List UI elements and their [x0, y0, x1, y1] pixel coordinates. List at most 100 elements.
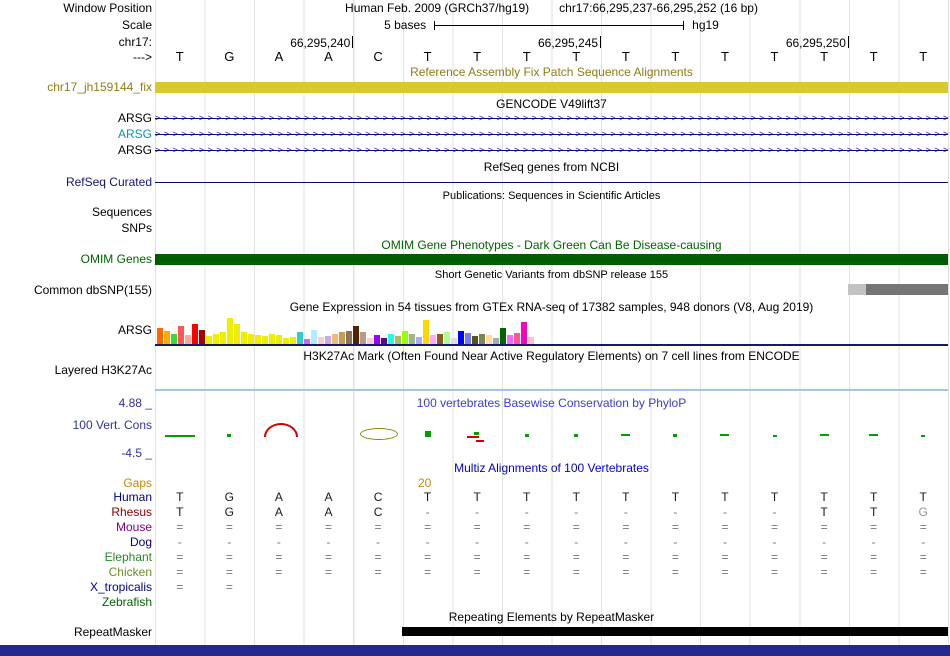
dbsnp-track[interactable] — [155, 283, 948, 297]
multiz-species-label[interactable]: Zebrafish — [0, 595, 152, 610]
multiz-species-label[interactable]: Mouse — [0, 520, 152, 535]
multiz-species-label[interactable]: Rhesus — [0, 505, 152, 520]
omim-genes-track[interactable] — [155, 253, 948, 266]
gtex-tissue-bar[interactable] — [430, 335, 436, 344]
gtex-tissue-bar[interactable] — [290, 337, 296, 344]
gtex-expression-track[interactable] — [155, 314, 948, 346]
gtex-tissue-bar[interactable] — [416, 337, 422, 344]
gtex-tissue-bar[interactable] — [269, 334, 275, 344]
multiz-species-label[interactable]: Chicken — [0, 565, 152, 580]
multiz-row-x_tropicalis[interactable]: X_tropicalis = = — [0, 580, 950, 595]
multiz-species-label[interactable]: Dog — [0, 535, 152, 550]
gtex-tissue-bar[interactable] — [521, 322, 527, 344]
multiz-species-label[interactable]: X_tropicalis — [0, 580, 152, 595]
phylop-conservation-track[interactable] — [155, 410, 948, 458]
gtex-tissue-bar[interactable] — [318, 337, 324, 344]
gtex-tissue-bar[interactable] — [234, 324, 240, 344]
gtex-tissue-bar[interactable] — [192, 324, 198, 344]
gene-intron-line[interactable]: >>>>>>>>>>>>>>>>>>>>>>>>>>>>>>>>>>>>>>>>… — [155, 127, 948, 142]
h3k27ac-signal-line[interactable] — [155, 389, 948, 391]
gencode-gene-row[interactable]: ARSG >>>>>>>>>>>>>>>>>>>>>>>>>>>>>>>>>>>>… — [0, 127, 950, 142]
multiz-alignment-row[interactable]: ---------------- — [155, 535, 948, 550]
multiz-row-rhesus[interactable]: Rhesus T G A A C - - - - - - - - T T G — [0, 505, 950, 520]
gtex-tissue-bar[interactable] — [262, 336, 268, 344]
multiz-row-chicken[interactable]: Chicken = = = = = = = = = = = = = = = = — [0, 565, 950, 580]
gencode-gene-row[interactable]: ARSG >>>>>>>>>>>>>>>>>>>>>>>>>>>>>>>>>>>>… — [0, 143, 950, 158]
gtex-tissue-bar[interactable] — [409, 334, 415, 344]
gencode-gene-label[interactable]: ARSG — [0, 111, 152, 126]
refseq-curated-track[interactable] — [155, 175, 948, 189]
phylop-track-label[interactable]: 100 Vert. Cons — [0, 418, 152, 432]
gencode-gene-track[interactable]: >>>>>>>>>>>>>>>>>>>>>>>>>>>>>>>>>>>>>>>>… — [155, 127, 948, 142]
repeatmasker-track[interactable] — [155, 625, 948, 639]
gtex-tissue-bar[interactable] — [220, 332, 226, 344]
multiz-gaps-label[interactable]: Gaps — [0, 476, 152, 490]
gtex-tissue-bar[interactable] — [332, 334, 338, 344]
multiz-alignment-row[interactable]: = = = = = = = = = = = = = = = = — [155, 550, 948, 565]
gtex-tissue-bar[interactable] — [276, 335, 282, 344]
multiz-species-label[interactable]: Elephant — [0, 550, 152, 565]
gtex-tissue-bar[interactable] — [423, 320, 429, 344]
multiz-row-dog[interactable]: Dog - - - - - - - - - - - - - - - - — [0, 535, 950, 550]
gtex-tissue-bar[interactable] — [507, 335, 513, 344]
gtex-tissue-bar[interactable] — [339, 332, 345, 344]
gtex-tissue-bar[interactable] — [360, 332, 366, 344]
multiz-species-label[interactable]: Human — [0, 490, 152, 505]
gtex-tissue-bar[interactable] — [374, 335, 380, 344]
gtex-tissue-bar[interactable] — [227, 318, 233, 344]
gtex-tissue-bar[interactable] — [514, 333, 520, 344]
gtex-tissue-bar[interactable] — [199, 330, 205, 344]
gtex-tissue-bar[interactable] — [185, 335, 191, 344]
gene-intron-line[interactable]: >>>>>>>>>>>>>>>>>>>>>>>>>>>>>>>>>>>>>>>>… — [155, 143, 948, 158]
refseq-curated-label[interactable]: RefSeq Curated — [0, 175, 152, 189]
multiz-alignment-row[interactable] — [155, 595, 948, 610]
multiz-alignment-row[interactable]: = = — [155, 580, 948, 595]
h3k27ac-track[interactable] — [155, 363, 948, 393]
dbsnp-variant-dark[interactable] — [866, 284, 948, 295]
gtex-tissue-bar[interactable] — [479, 334, 485, 344]
repeatmasker-track-label[interactable]: RepeatMasker — [0, 625, 152, 639]
gtex-tissue-bar[interactable] — [325, 336, 331, 344]
gene-intron-line[interactable]: >>>>>>>>>>>>>>>>>>>>>>>>>>>>>>>>>>>>>>>>… — [155, 111, 948, 126]
multiz-row-elephant[interactable]: Elephant = = = = = = = = = = = = = = = = — [0, 550, 950, 565]
gtex-tissue-bar[interactable] — [472, 336, 478, 344]
gtex-tissue-bar[interactable] — [395, 336, 401, 344]
gtex-tissue-bar[interactable] — [297, 332, 303, 344]
gtex-tissue-bar[interactable] — [353, 326, 359, 344]
gencode-gene-label[interactable]: ARSG — [0, 127, 152, 142]
gtex-tissue-bar[interactable] — [458, 331, 464, 344]
fix-patch-item-label[interactable]: chr17_jh159144_fix — [0, 81, 152, 94]
dbsnp-track-label[interactable]: Common dbSNP(155) — [0, 283, 152, 297]
gtex-tissue-bar[interactable] — [500, 328, 506, 344]
gtex-tissue-bar[interactable] — [241, 332, 247, 344]
repeat-element-bar[interactable] — [402, 627, 948, 636]
h3k27ac-track-label[interactable]: Layered H3K27Ac — [0, 363, 152, 377]
gtex-tissue-bar[interactable] — [213, 334, 219, 344]
gtex-gene-model-line[interactable] — [155, 344, 948, 346]
omim-genes-label[interactable]: OMIM Genes — [0, 253, 152, 266]
gtex-gene-label[interactable]: ARSG — [0, 314, 152, 346]
gencode-gene-track[interactable]: >>>>>>>>>>>>>>>>>>>>>>>>>>>>>>>>>>>>>>>>… — [155, 143, 948, 158]
multiz-row-zebrafish[interactable]: Zebrafish — [0, 595, 950, 610]
gtex-tissue-bar[interactable] — [178, 326, 184, 344]
multiz-row-human[interactable]: Human T G A A C T T T T T T T T T T T — [0, 490, 950, 505]
publications-snps-label[interactable]: SNPs — [0, 221, 152, 235]
gencode-gene-row[interactable]: ARSG >>>>>>>>>>>>>>>>>>>>>>>>>>>>>>>>>>>>… — [0, 111, 950, 126]
gtex-tissue-bar[interactable] — [437, 334, 443, 344]
gtex-tissue-bar[interactable] — [528, 337, 534, 344]
gtex-tissue-bar[interactable] — [465, 333, 471, 344]
dbsnp-variant-light[interactable] — [848, 284, 866, 295]
multiz-alignment-row[interactable]: = = = = = = = = = = = = = = = = — [155, 565, 948, 580]
gtex-tissue-bar[interactable] — [164, 331, 170, 344]
gtex-tissue-bar[interactable] — [346, 331, 352, 344]
multiz-alignment-row[interactable]: TGAAC--------TTG — [155, 505, 948, 520]
gtex-tissue-bar[interactable] — [255, 335, 261, 344]
gencode-gene-track[interactable]: >>>>>>>>>>>>>>>>>>>>>>>>>>>>>>>>>>>>>>>>… — [155, 111, 948, 126]
refseq-gene-line[interactable] — [155, 182, 948, 183]
gtex-tissue-bar[interactable] — [444, 332, 450, 344]
omim-gene-bar[interactable] — [155, 254, 948, 265]
gtex-tissue-bar[interactable] — [206, 336, 212, 344]
multiz-gaps-row[interactable]: 20 — [155, 476, 948, 490]
gtex-tissue-bar[interactable] — [248, 334, 254, 344]
gencode-gene-label[interactable]: ARSG — [0, 143, 152, 158]
